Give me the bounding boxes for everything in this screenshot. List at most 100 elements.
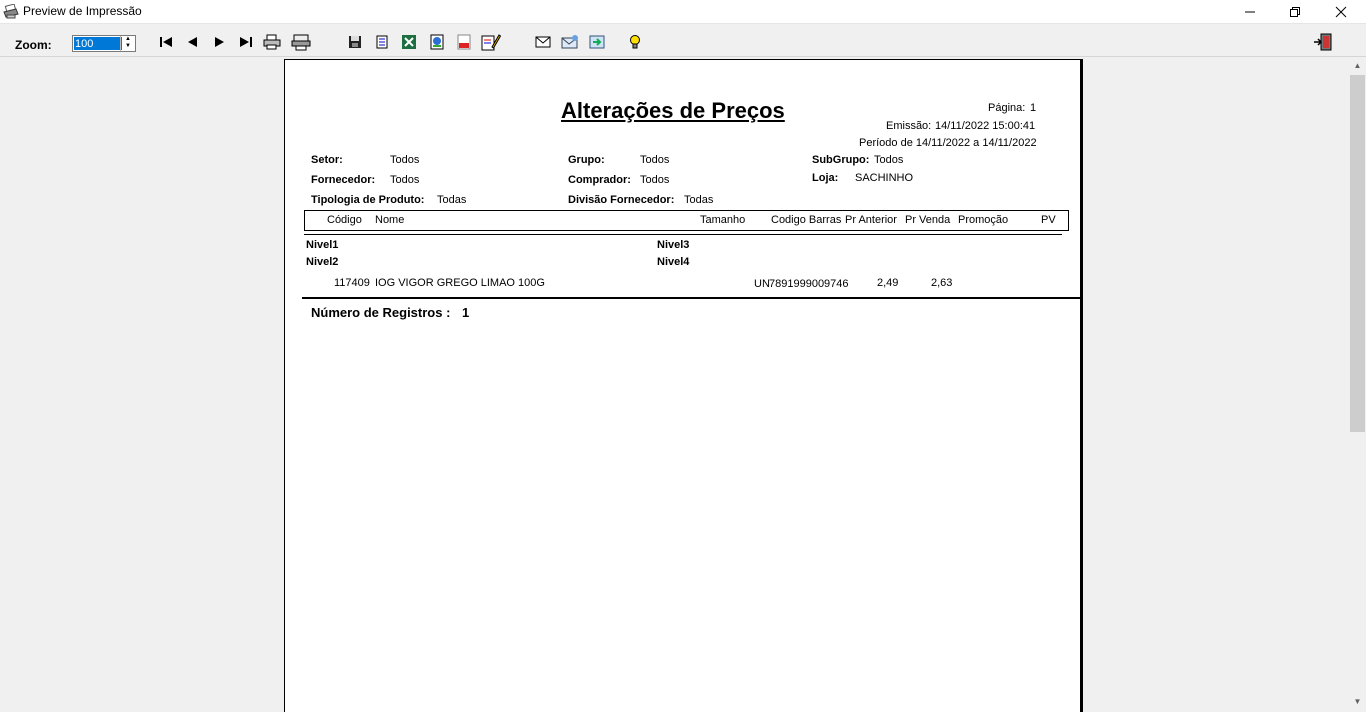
- last-page-button[interactable]: [236, 32, 256, 52]
- first-page-button[interactable]: [156, 32, 176, 52]
- first-page-icon: [160, 37, 172, 47]
- next-page-icon: [215, 37, 224, 47]
- period-text: Período de 14/11/2022 a 14/11/2022: [859, 137, 1037, 149]
- restore-icon: [1290, 6, 1300, 17]
- report-title: Alterações de Preços: [561, 98, 785, 123]
- lightbulb-icon: [630, 35, 640, 49]
- nivel1-label: Nivel1: [306, 239, 339, 251]
- row-pr-venda: 2,63: [931, 277, 953, 289]
- emission-label: Emissão:: [886, 120, 932, 132]
- previous-page-icon: [188, 37, 197, 47]
- fornecedor-value: Todos: [390, 174, 420, 186]
- spin-up-icon[interactable]: ▲: [121, 36, 135, 43]
- design-pencil-icon: [481, 34, 501, 51]
- grupo-label: Grupo:: [568, 154, 605, 166]
- col-pr-venda: Pr Venda: [905, 214, 951, 226]
- col-tamanho: Tamanho: [700, 214, 746, 226]
- col-nome: Nome: [375, 214, 405, 226]
- restore-button[interactable]: [1272, 0, 1318, 23]
- export-file-button[interactable]: [587, 32, 607, 52]
- save-button[interactable]: [345, 32, 365, 52]
- row-pr-anterior: 2,49: [877, 277, 899, 289]
- save-icon: [349, 36, 361, 48]
- column-header: Código Nome Tamanho Codigo Barras Pr Ant…: [304, 210, 1069, 231]
- col-pv: PV: [1041, 214, 1056, 226]
- mail-client-icon: [561, 35, 578, 49]
- vertical-scrollbar[interactable]: ▲ ▼: [1349, 57, 1366, 712]
- pdf-icon: [457, 34, 471, 50]
- scroll-thumb[interactable]: [1350, 75, 1365, 432]
- page-setup-button[interactable]: [291, 32, 311, 52]
- export-excel-button[interactable]: [399, 32, 419, 52]
- comprador-label: Comprador:: [568, 174, 631, 186]
- nivel4-label: Nivel4: [657, 256, 690, 268]
- grupo-value: Todos: [640, 154, 670, 166]
- row-codigo-barras: 7891999009746: [769, 278, 849, 290]
- design-report-button[interactable]: [481, 32, 501, 52]
- export-file-icon: [589, 35, 605, 49]
- preview-area: Alterações de Preços Página: 1 Emissão: …: [0, 57, 1349, 712]
- printer-icon: [3, 3, 19, 20]
- minimize-button[interactable]: [1227, 0, 1273, 23]
- export-html-button[interactable]: [427, 32, 447, 52]
- loja-label: Loja:: [812, 172, 839, 184]
- detail-footer-divider: [302, 297, 1080, 299]
- previous-page-button[interactable]: [182, 32, 202, 52]
- spin-down-icon[interactable]: ▼: [121, 43, 135, 50]
- row-codigo: 117409: [334, 277, 370, 289]
- close-button[interactable]: [1318, 0, 1364, 23]
- exit-button[interactable]: [1313, 32, 1333, 52]
- html-document-icon: [430, 34, 444, 50]
- envelope-icon: [535, 36, 551, 48]
- divisao-label: Divisão Fornecedor:: [568, 194, 675, 206]
- zoom-spinner[interactable]: ▲ ▼: [120, 36, 135, 51]
- export-pdf-button[interactable]: [454, 32, 474, 52]
- divisao-value: Todas: [684, 194, 714, 206]
- zoom-spinbox[interactable]: ▲ ▼: [72, 35, 136, 52]
- records-label: Número de Registros :: [311, 305, 451, 320]
- col-promocao: Promoção: [958, 214, 1009, 226]
- title-bar: Preview de Impressão: [0, 0, 1366, 24]
- fornecedor-label: Fornecedor:: [311, 174, 376, 186]
- setor-label: Setor:: [311, 154, 343, 166]
- records-count: 1: [462, 305, 470, 320]
- zoom-input[interactable]: [74, 37, 122, 50]
- loja-value: SACHINHO: [855, 172, 914, 184]
- text-document-icon: [376, 35, 388, 49]
- row-tamanho: UN: [754, 278, 770, 290]
- last-page-icon: [240, 37, 252, 47]
- col-codigo-barras: Codigo Barras: [771, 214, 842, 226]
- page-number: 1: [1030, 102, 1037, 114]
- page-label: Página:: [988, 102, 1026, 114]
- exit-door-icon: [1314, 33, 1332, 51]
- window-title: Preview de Impressão: [23, 4, 142, 18]
- zoom-label: Zoom:: [15, 38, 52, 52]
- minimize-icon: [1245, 11, 1255, 12]
- header-divider: [304, 234, 1062, 235]
- subgrupo-value: Todos: [874, 154, 904, 166]
- toolbar: Zoom: ▲ ▼: [0, 24, 1366, 57]
- print-button[interactable]: [262, 32, 282, 52]
- printer-icon: [263, 34, 281, 50]
- close-icon: [1335, 6, 1347, 17]
- tipologia-label: Tipologia de Produto:: [311, 194, 425, 206]
- page-setup-icon: [291, 34, 311, 51]
- tipologia-value: Todas: [437, 194, 467, 206]
- report-page: Alterações de Preços Página: 1 Emissão: …: [284, 59, 1083, 712]
- scroll-down-icon[interactable]: ▼: [1349, 693, 1366, 710]
- subgrupo-label: SubGrupo:: [812, 154, 870, 166]
- setor-value: Todos: [390, 154, 420, 166]
- scroll-up-icon[interactable]: ▲: [1349, 57, 1366, 74]
- send-outlook-button[interactable]: [560, 32, 580, 52]
- nivel2-label: Nivel2: [306, 256, 339, 268]
- send-email-button[interactable]: [533, 32, 553, 52]
- nivel3-label: Nivel3: [657, 239, 690, 251]
- col-codigo: Código: [327, 214, 362, 226]
- excel-icon: [402, 35, 416, 49]
- col-pr-anterior: Pr Anterior: [845, 214, 897, 226]
- comprador-value: Todos: [640, 174, 670, 186]
- next-page-button[interactable]: [210, 32, 230, 52]
- emission-value: 14/11/2022 15:00:41: [935, 120, 1036, 132]
- export-text-button[interactable]: [372, 32, 392, 52]
- tips-button[interactable]: [625, 32, 645, 52]
